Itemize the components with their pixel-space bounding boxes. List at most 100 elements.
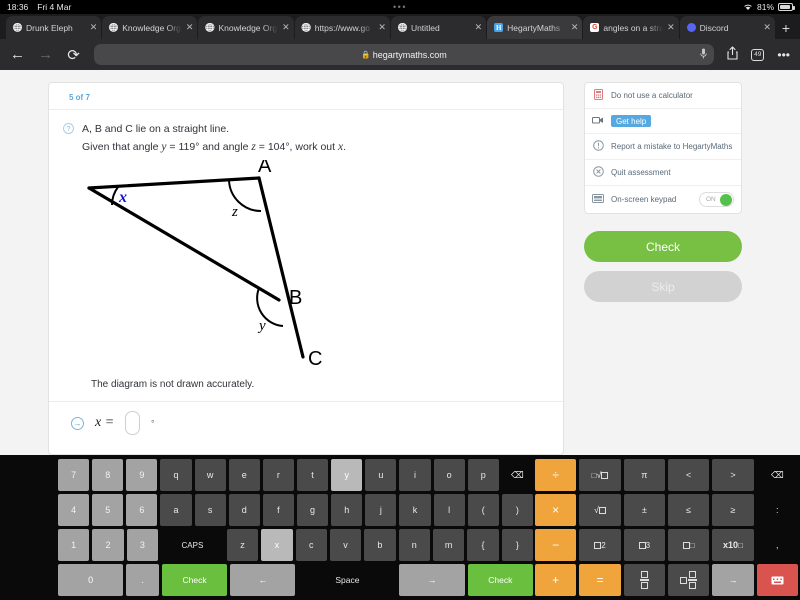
key-s[interactable]: s [194, 494, 226, 526]
close-icon[interactable]: ✕ [571, 22, 579, 33]
key-[interactable]: ≤ [667, 494, 710, 526]
key-t[interactable]: t [296, 459, 329, 491]
browser-tab[interactable]: G angles on a stra ✕ [583, 16, 679, 39]
key-[interactable]: ( [467, 494, 499, 526]
key-i[interactable]: i [399, 459, 431, 491]
key-[interactable]: < [667, 459, 710, 491]
key-space[interactable]: Space [298, 564, 397, 596]
key-[interactable]: > [712, 459, 754, 491]
key-0[interactable]: 0 [58, 564, 124, 596]
key-caps[interactable]: CAPS [161, 529, 224, 561]
keypad-toggle[interactable]: ON [699, 192, 734, 207]
key-9[interactable]: 9 [126, 459, 158, 491]
key-check[interactable]: Check [467, 564, 533, 596]
key-[interactable]: + [535, 564, 577, 596]
key-n[interactable]: n [398, 529, 430, 561]
key-[interactable]: = [579, 564, 621, 596]
key-1[interactable]: 1 [58, 529, 90, 561]
key-[interactable]: . [126, 564, 159, 596]
key-q[interactable]: q [160, 459, 192, 491]
key-[interactable]: − [535, 529, 577, 561]
close-icon[interactable]: ✕ [282, 22, 290, 33]
key-frac[interactable] [623, 564, 665, 596]
browser-tab[interactable]: Discord ✕ [679, 16, 775, 39]
browser-tab[interactable]: Untitled ✕ [390, 16, 487, 39]
key-[interactable]: } [501, 529, 534, 561]
key-a[interactable]: a [160, 494, 192, 526]
key-[interactable]: → [712, 564, 754, 596]
browser-tab[interactable]: Drunk Eleph ✕ [6, 16, 102, 39]
key-p[interactable]: p [467, 459, 499, 491]
key-5[interactable]: 5 [92, 494, 124, 526]
new-tab-button[interactable]: + [776, 20, 796, 39]
url-input[interactable]: 🔒 hegartymaths.com [94, 44, 715, 65]
key-[interactable]: ÷ [535, 459, 577, 491]
key-[interactable]: ⌫ [756, 459, 798, 491]
key-check[interactable]: Check [161, 564, 228, 596]
close-icon[interactable]: ✕ [186, 22, 194, 33]
key-cube[interactable]: 3 [623, 529, 665, 561]
browser-tab[interactable]: Knowledge Org ✕ [198, 16, 294, 39]
key-b[interactable]: b [364, 529, 396, 561]
forward-icon[interactable]: → [38, 46, 53, 63]
key-6[interactable]: 6 [126, 494, 158, 526]
key-w[interactable]: w [194, 459, 226, 491]
key-hide-keyboard[interactable] [756, 564, 798, 596]
key-[interactable]: π [623, 459, 665, 491]
key-h[interactable]: h [331, 494, 363, 526]
key-j[interactable]: j [365, 494, 397, 526]
key-[interactable]: ⌫ [501, 459, 533, 491]
key-nth-root[interactable]: □ √ [579, 459, 621, 491]
key-x[interactable]: x [261, 529, 293, 561]
key-3[interactable]: 3 [126, 529, 159, 561]
key-k[interactable]: k [399, 494, 431, 526]
close-icon[interactable]: ✕ [667, 22, 675, 33]
reload-icon[interactable]: ⟳ [66, 46, 81, 64]
key-y[interactable]: y [331, 459, 363, 491]
browser-tab-active[interactable]: H HegartyMaths ✕ [487, 16, 583, 39]
submit-arrow-icon[interactable]: → [71, 416, 84, 430]
close-icon[interactable]: ✕ [378, 22, 386, 33]
key-m[interactable]: m [432, 529, 465, 561]
share-icon[interactable] [727, 46, 738, 63]
key-v[interactable]: v [329, 529, 362, 561]
check-button[interactable]: Check [584, 231, 742, 262]
option-quit-assessment[interactable]: Quit assessment [585, 160, 741, 186]
back-icon[interactable]: ← [10, 46, 25, 63]
key-[interactable]: ± [623, 494, 665, 526]
key-[interactable]: , [756, 529, 798, 561]
key-2[interactable]: 2 [92, 529, 124, 561]
key-d[interactable]: d [228, 494, 260, 526]
key-f[interactable]: f [262, 494, 294, 526]
key-[interactable]: ) [501, 494, 533, 526]
more-menu-icon[interactable]: ••• [777, 48, 790, 62]
key-r[interactable]: r [262, 459, 294, 491]
key-o[interactable]: o [433, 459, 465, 491]
key-[interactable]: × [535, 494, 577, 526]
key-8[interactable]: 8 [92, 459, 124, 491]
key-[interactable]: { [467, 529, 499, 561]
close-icon[interactable]: ✕ [763, 22, 771, 33]
get-help-badge[interactable]: Get help [611, 115, 652, 127]
key-square[interactable]: 2 [579, 529, 621, 561]
key-power[interactable]: □ [667, 529, 710, 561]
help-icon[interactable]: ? [63, 123, 74, 134]
key-mixed[interactable] [667, 564, 710, 596]
key-c[interactable]: c [295, 529, 327, 561]
tab-count-button[interactable]: 49 [751, 48, 765, 61]
close-icon[interactable]: ✕ [90, 22, 98, 33]
browser-tab[interactable]: https://www.go ✕ [294, 16, 390, 39]
microphone-icon[interactable] [700, 48, 707, 61]
key-4[interactable]: 4 [58, 494, 90, 526]
option-report-mistake[interactable]: Report a mistake to HegartyMaths [585, 134, 741, 160]
key-z[interactable]: z [226, 529, 259, 561]
skip-button[interactable]: Skip [584, 271, 742, 302]
key-7[interactable]: 7 [58, 459, 90, 491]
option-onscreen-keypad[interactable]: On-screen keypad ON [585, 186, 741, 213]
key-[interactable]: → [399, 564, 465, 596]
option-get-help[interactable]: Get help [585, 109, 741, 134]
key-e[interactable]: e [228, 459, 260, 491]
browser-tab[interactable]: Knowledge Org ✕ [102, 16, 198, 39]
key-[interactable]: ≥ [712, 494, 754, 526]
key-x10[interactable]: x10 □ [712, 529, 754, 561]
